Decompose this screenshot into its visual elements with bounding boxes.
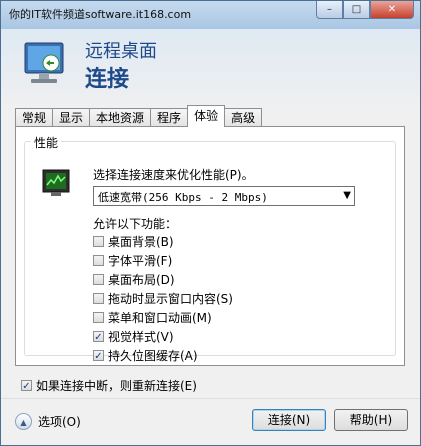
tab-display[interactable]: 显示 [52, 108, 91, 127]
close-button[interactable]: ✕ [370, 1, 414, 19]
performance-monitor-icon [42, 169, 70, 196]
title-bar[interactable]: 你的IT软件频道software.it168.com – □ ✕ [1, 1, 420, 29]
feature-label: 桌面背景(B) [108, 234, 174, 249]
window-title: 你的IT软件频道software.it168.com [9, 8, 192, 21]
tab-programs[interactable]: 程序 [150, 108, 189, 127]
tab-general[interactable]: 常规 [15, 108, 54, 127]
feature-label: 持久位图缓存(A) [108, 348, 198, 363]
feature-desktop-composition[interactable]: 桌面布局(D) [93, 271, 175, 287]
checkbox-desktop-composition[interactable] [93, 273, 104, 285]
feature-font-smoothing[interactable]: 字体平滑(F) [93, 252, 172, 268]
connection-speed-select[interactable]: 低速宽带(256 Kbps - 2 Mbps) ▼ [93, 186, 355, 206]
remote-desktop-icon [24, 42, 64, 83]
collapse-arrow-icon[interactable]: ▲ [15, 413, 32, 430]
maximize-button[interactable]: □ [343, 1, 370, 19]
speed-label: 选择连接速度来优化性能(P)。 [93, 168, 254, 182]
feature-label: 桌面布局(D) [108, 272, 175, 287]
checkbox-reconnect[interactable]: ✓ [21, 380, 32, 392]
performance-group-label: 性能 [31, 134, 62, 151]
help-button[interactable]: 帮助(H) [334, 409, 408, 431]
checkbox-show-window-contents[interactable] [93, 292, 104, 304]
dialog-header: 远程桌面 连接 [1, 29, 420, 103]
reconnect-option[interactable]: ✓ 如果连接中断，则重新连接(E) [21, 377, 197, 394]
feature-label: 视觉样式(V) [108, 329, 174, 344]
feature-label: 菜单和窗口动画(M) [108, 310, 212, 325]
header-subtitle: 连接 [85, 66, 130, 92]
experience-panel: 性能 选择连接速度来优化性能(P)。 低速宽带(256 Kbps - 2 Mbp… [15, 126, 405, 366]
remote-desktop-window: 你的IT软件频道software.it168.com – □ ✕ 远程桌面 连接… [0, 0, 421, 446]
feature-show-window-contents[interactable]: 拖动时显示窗口内容(S) [93, 290, 233, 306]
dialog-footer: ▲ 选项(O) 连接(N) 帮助(H) [1, 398, 420, 445]
options-toggle[interactable]: ▲ 选项(O) [15, 413, 81, 430]
feature-visual-styles[interactable]: ✓ 视觉样式(V) [93, 328, 174, 344]
tab-local-resources[interactable]: 本地资源 [89, 108, 152, 127]
performance-group: 性能 选择连接速度来优化性能(P)。 低速宽带(256 Kbps - 2 Mbp… [24, 134, 396, 363]
tab-experience[interactable]: 体验 [187, 105, 226, 127]
checkbox-desktop-background[interactable] [93, 235, 104, 247]
connection-speed-value: 低速宽带(256 Kbps - 2 Mbps) [98, 191, 268, 204]
feature-menu-animation[interactable]: 菜单和窗口动画(M) [93, 309, 212, 325]
header-title: 远程桌面 [85, 41, 157, 62]
checkbox-bitmap-caching[interactable]: ✓ [93, 349, 104, 362]
connect-button[interactable]: 连接(N) [252, 409, 326, 431]
tab-advanced[interactable]: 高级 [224, 108, 263, 127]
caption-buttons: – □ ✕ [316, 1, 414, 19]
checkbox-menu-animation[interactable] [93, 311, 104, 323]
checkbox-font-smoothing[interactable] [93, 254, 104, 266]
feature-label: 拖动时显示窗口内容(S) [108, 291, 233, 306]
feature-bitmap-caching[interactable]: ✓ 持久位图缓存(A) [93, 347, 198, 363]
allow-features-label: 允许以下功能： [93, 217, 178, 231]
reconnect-label: 如果连接中断，则重新连接(E) [36, 379, 197, 393]
dropdown-arrow-icon: ▼ [343, 190, 351, 201]
tab-strip: 常规 显示 本地资源 程序 体验 高级 [15, 105, 263, 127]
options-label: 选项(O) [38, 415, 81, 429]
feature-label: 字体平滑(F) [108, 253, 173, 268]
checkbox-visual-styles[interactable]: ✓ [93, 330, 104, 343]
minimize-button[interactable]: – [316, 1, 343, 19]
feature-desktop-background[interactable]: 桌面背景(B) [93, 233, 174, 249]
